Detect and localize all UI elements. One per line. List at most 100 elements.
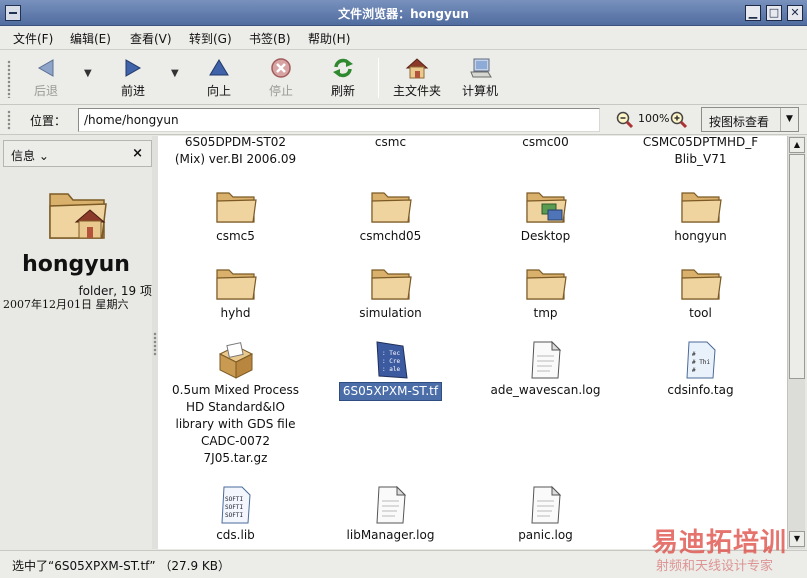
location-label: 位置： xyxy=(30,114,67,128)
file-item-label: csmc xyxy=(374,136,407,149)
menu-go[interactable]: 转到(G) xyxy=(189,30,232,47)
up-button[interactable]: 向上 xyxy=(197,54,241,102)
menu-edit[interactable]: 编辑(E) xyxy=(70,30,111,47)
location-grip[interactable] xyxy=(7,110,11,130)
forward-arrow-icon xyxy=(125,59,142,77)
file-item-label: cds.lib xyxy=(216,528,255,542)
file-item-label: tool xyxy=(689,306,712,320)
minimize-button[interactable]: ▁ xyxy=(745,5,761,21)
window-title: 文件浏览器：hongyun xyxy=(338,7,469,21)
stop-button[interactable]: 停止 xyxy=(259,54,303,102)
menu-bar: 文件(F) 编辑(E) 查看(V) 转到(G) 书签(B) 帮助(H) xyxy=(0,26,807,50)
side-pane-selector[interactable]: 信息 ⌄ × xyxy=(3,140,152,167)
archive-icon xyxy=(218,342,253,379)
file-item-label: cdsinfo.tag xyxy=(667,383,734,397)
up-arrow-icon xyxy=(209,59,229,76)
back-label: 后退 xyxy=(33,84,58,98)
file-item-label: 6S05XPXM-ST.tf xyxy=(338,382,443,401)
maximize-button[interactable]: □ xyxy=(766,5,782,21)
reload-icon xyxy=(333,58,353,78)
file-item-label: csmchd05 xyxy=(359,229,422,243)
file-item[interactable]: csmc xyxy=(313,136,468,151)
close-button[interactable]: ✕ xyxy=(787,5,803,21)
file-item[interactable]: : Tec: Cre: ale 6S05XPXM-ST.tf xyxy=(313,338,468,401)
file-item-label: hyhd xyxy=(220,306,251,320)
file-item-label: hongyun xyxy=(674,229,727,243)
status-text: 选中了“6S05XPXM-ST.tf” （27.9 KB） xyxy=(12,559,231,573)
folder-icon xyxy=(370,192,412,223)
file-item-label: ade_wavescan.log xyxy=(490,383,601,397)
menu-help[interactable]: 帮助(H) xyxy=(308,30,350,47)
file-item[interactable]: hyhd xyxy=(158,261,313,322)
file-item[interactable]: csmchd05 xyxy=(313,184,468,245)
svg-text:SOFTI: SOFTI xyxy=(225,496,243,503)
file-item-label: CSMC05DPTMHD_F Blib_V71 xyxy=(642,136,759,166)
text-file-icon xyxy=(530,485,561,524)
desktop-folder-icon xyxy=(525,192,567,223)
file-item[interactable]: hongyun xyxy=(623,184,778,245)
file-item[interactable]: 6S05DPDM-ST02 (Mix) ver.BI 2006.09 xyxy=(158,136,313,168)
file-item[interactable]: tmp xyxy=(468,261,623,322)
location-input[interactable]: /home/hongyun xyxy=(78,108,600,132)
computer-button[interactable]: 计算机 xyxy=(457,54,503,102)
file-item[interactable]: ade_wavescan.log xyxy=(468,338,623,399)
toolbar-grip[interactable] xyxy=(7,60,11,98)
svg-text:SOFTI: SOFTI xyxy=(225,504,243,511)
folder-date: 2007年12月01日 星期六 xyxy=(3,298,129,311)
forward-history-chevron-icon[interactable]: ▼ xyxy=(171,68,179,79)
toolbar: 后退 ▼ 前进 ▼ 向上 停止 刷新 主文件夹 计算机 xyxy=(0,50,807,105)
zoom-out-icon[interactable] xyxy=(616,111,634,129)
menu-file[interactable]: 文件(F) xyxy=(13,30,53,47)
techfile-icon: : Tec: Cre: ale xyxy=(375,341,408,379)
pane-grip[interactable] xyxy=(153,332,157,356)
side-pane-title: 信息 ⌄ xyxy=(11,149,49,163)
svg-text:SOFTI: SOFTI xyxy=(225,512,243,519)
watermark-sub: 射频和天线设计专家 xyxy=(656,559,774,574)
home-button[interactable]: 主文件夹 xyxy=(389,54,445,102)
svg-text:#: # xyxy=(692,367,696,374)
view-mode-label: 按图标查看 xyxy=(709,115,770,129)
vertical-scrollbar[interactable]: ▲ ▼ xyxy=(787,136,805,549)
reload-label: 刷新 xyxy=(330,84,355,98)
file-item[interactable]: CSMC05DPTMHD_F Blib_V71 xyxy=(623,136,778,168)
svg-text:# Thi: # Thi xyxy=(692,359,710,366)
selected-folder-name: hongyun xyxy=(22,252,130,277)
svg-text:: Tec: : Tec xyxy=(382,350,400,357)
file-item[interactable]: 0.5um Mixed Process HD Standard&IO libra… xyxy=(158,338,313,467)
title-bar: 文件浏览器：hongyun ▁ □ ✕ xyxy=(0,0,807,26)
watermark-main: 易迪拓培训 xyxy=(652,528,788,558)
folder-icon xyxy=(370,269,412,300)
forward-button[interactable]: 前进 xyxy=(111,54,155,102)
scroll-up-arrow-icon[interactable]: ▲ xyxy=(789,137,805,153)
view-mode-select[interactable]: 按图标查看 ▼ xyxy=(701,107,799,132)
file-item[interactable]: csmc00 xyxy=(468,136,623,151)
back-history-chevron-icon[interactable]: ▼ xyxy=(84,68,92,79)
chevron-down-icon: ⌄ xyxy=(38,149,49,163)
folder-icon xyxy=(680,192,722,223)
file-item[interactable]: tool xyxy=(623,261,778,322)
side-pane-close-icon[interactable]: × xyxy=(132,146,143,161)
menu-bookmarks[interactable]: 书签(B) xyxy=(249,30,291,47)
menu-view[interactable]: 查看(V) xyxy=(130,30,172,47)
file-item[interactable]: SOFTI SOFTI SOFTI cds.lib xyxy=(158,483,313,544)
file-item[interactable]: simulation xyxy=(313,261,468,322)
file-item[interactable]: panic.log xyxy=(468,483,623,544)
file-item[interactable]: csmc5 xyxy=(158,184,313,245)
file-item-label: 6S05DPDM-ST02 (Mix) ver.BI 2006.09 xyxy=(174,136,297,166)
chevron-down-icon: ▼ xyxy=(780,108,798,131)
zoom-in-icon[interactable] xyxy=(670,111,688,129)
svg-text:#: # xyxy=(692,351,696,358)
scrollbar-thumb[interactable] xyxy=(789,154,805,379)
reload-button[interactable]: 刷新 xyxy=(321,54,365,102)
file-item[interactable]: Desktop xyxy=(468,184,623,245)
file-item[interactable]: # # Thi # cdsinfo.tag xyxy=(623,338,778,399)
icon-view[interactable]: 6S05DPDM-ST02 (Mix) ver.BI 2006.09 csmc cs… xyxy=(158,136,787,549)
back-button[interactable]: 后退 xyxy=(24,54,68,102)
file-item[interactable]: libManager.log xyxy=(313,483,468,544)
lib-file-icon: SOFTISOFTISOFTI xyxy=(220,486,251,524)
text-file-icon xyxy=(530,340,561,379)
script-file-icon: # # Thi# xyxy=(685,341,716,379)
up-label: 向上 xyxy=(206,84,231,98)
side-pane: 信息 ⌄ × hongyun folder, 19 项 2007年12月01日 … xyxy=(0,136,152,549)
zoom-level[interactable]: 100% xyxy=(638,112,669,125)
